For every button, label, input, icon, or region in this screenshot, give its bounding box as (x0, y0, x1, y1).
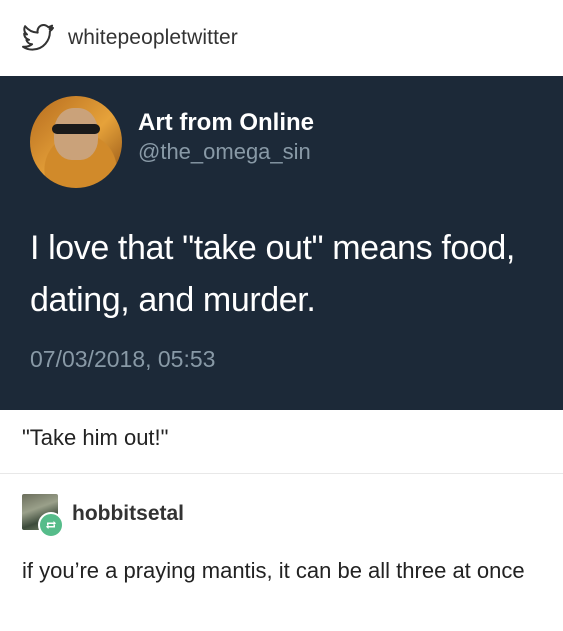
tweet-author-avatar[interactable] (30, 96, 122, 188)
embedded-tweet-card: Art from Online @the_omega_sin I love th… (0, 76, 563, 410)
blog-name-link[interactable]: whitepeopletwitter (68, 26, 238, 50)
tweet-handle[interactable]: @the_omega_sin (138, 138, 314, 166)
twitter-bird-icon (22, 23, 56, 53)
tweet-timestamp: 07/03/2018, 05:53 (30, 346, 216, 372)
reblog-reply: hobbitsetal if you’re a praying mantis, … (0, 474, 563, 586)
tweet-display-name[interactable]: Art from Online (138, 108, 314, 138)
reply-avatar[interactable] (22, 494, 64, 538)
reply-username-link[interactable]: hobbitsetal (72, 502, 184, 526)
post-header: whitepeopletwitter (0, 0, 563, 76)
reblog-comment: "Take him out!" (0, 410, 563, 474)
reblog-icon (38, 512, 64, 538)
tweet-text: I love that "take out" means food, datin… (30, 229, 515, 319)
reply-text: if you’re a praying mantis, it can be al… (22, 558, 525, 583)
